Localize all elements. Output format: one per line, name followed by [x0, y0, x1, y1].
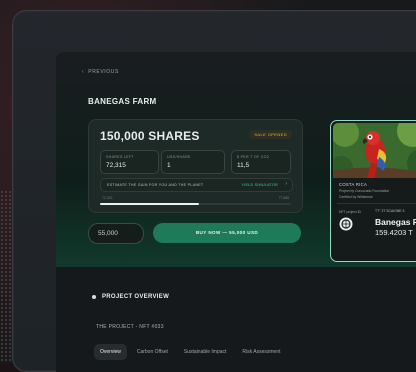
amount-input[interactable]: 55,000: [88, 223, 144, 244]
nft-name: Banegas Farm: [375, 217, 416, 227]
back-label: PREVIOUS: [88, 69, 119, 75]
stat-label: USD/SHARE: [167, 155, 191, 159]
stat-label: SHARES LEFT: [106, 155, 134, 159]
yield-simulator-row[interactable]: ESTIMATE THE GAIN FOR YOU AND THE PLANET…: [100, 178, 293, 192]
nft-divider: [337, 203, 416, 204]
nft-number: 159.4203 T: [375, 228, 413, 237]
parrot-image: [333, 123, 416, 178]
stat-usd-share: USD/SHARE 1: [161, 150, 225, 174]
chevron-right-icon: ›: [285, 181, 287, 187]
nft-card[interactable]: COSTA RICA Project by Corcovado Foundati…: [330, 120, 416, 262]
nft-project-by: Project by Corcovado Foundation: [339, 189, 390, 193]
nft-project-id-label: NFT project ID: [339, 210, 361, 214]
stat-price-co2: $ PER T OF CO2 11,5: [231, 150, 291, 174]
tab-carbon-offset[interactable]: Carbon Offset: [131, 344, 174, 360]
amount-value: 55,000: [98, 230, 118, 237]
stat-shares-left: SHARES LEFT 72,315: [100, 150, 159, 174]
project-overview-heading: PROJECT OVERVIEW: [92, 294, 169, 300]
overview-tabs: Overview Carbon Offset Sustainable Impac…: [94, 344, 287, 360]
tab-sustainable-impact[interactable]: Sustainable Impact: [178, 344, 233, 360]
chevron-left-icon: ‹: [82, 69, 85, 75]
nft-logo-icon: [339, 217, 353, 231]
status-badge: SALE OPENED: [249, 130, 292, 139]
shares-title: 150,000 SHARES: [100, 129, 200, 143]
progress-right-label: 77,685: [278, 196, 289, 200]
app-window: ‹ PREVIOUS BANEGAS FARM 150,000 SHARES S…: [56, 52, 416, 372]
estimate-text: ESTIMATE THE GAIN FOR YOU AND THE PLANET: [107, 182, 204, 187]
buy-now-button[interactable]: BUY NOW — 55,000 USD: [153, 223, 301, 243]
sale-progress-fill: [100, 203, 200, 205]
progress-left-label: 72,315: [102, 196, 113, 200]
back-link[interactable]: ‹ PREVIOUS: [82, 69, 119, 75]
offer-card: 150,000 SHARES SALE OPENED SHARES LEFT 7…: [88, 119, 303, 213]
progress-labels: 72,315 77,685: [102, 196, 289, 200]
yield-simulator-link[interactable]: YIELD SIMULATOR: [241, 183, 278, 187]
bullet-icon: [92, 295, 96, 299]
nft-certified-by: Certified by Wildsense: [339, 195, 373, 199]
sale-progress-bar: [100, 203, 291, 205]
stat-value: 11,5: [237, 162, 250, 169]
nft-country: COSTA RICA: [339, 182, 368, 187]
tab-overview[interactable]: Overview: [94, 344, 127, 360]
stat-value: 72,315: [106, 162, 126, 169]
stat-value: 1: [167, 162, 171, 169]
section-title: PROJECT OVERVIEW: [102, 294, 170, 300]
project-title: THE PROJECT - NFT #033: [96, 324, 164, 330]
stat-label: $ PER T OF CO2: [237, 155, 270, 159]
page-title: BANEGAS FARM: [88, 97, 157, 106]
nft-token-label: TT° 2T SCAIONE 3: [375, 209, 405, 213]
tab-risk-assessment[interactable]: Risk Assessment: [236, 344, 286, 360]
